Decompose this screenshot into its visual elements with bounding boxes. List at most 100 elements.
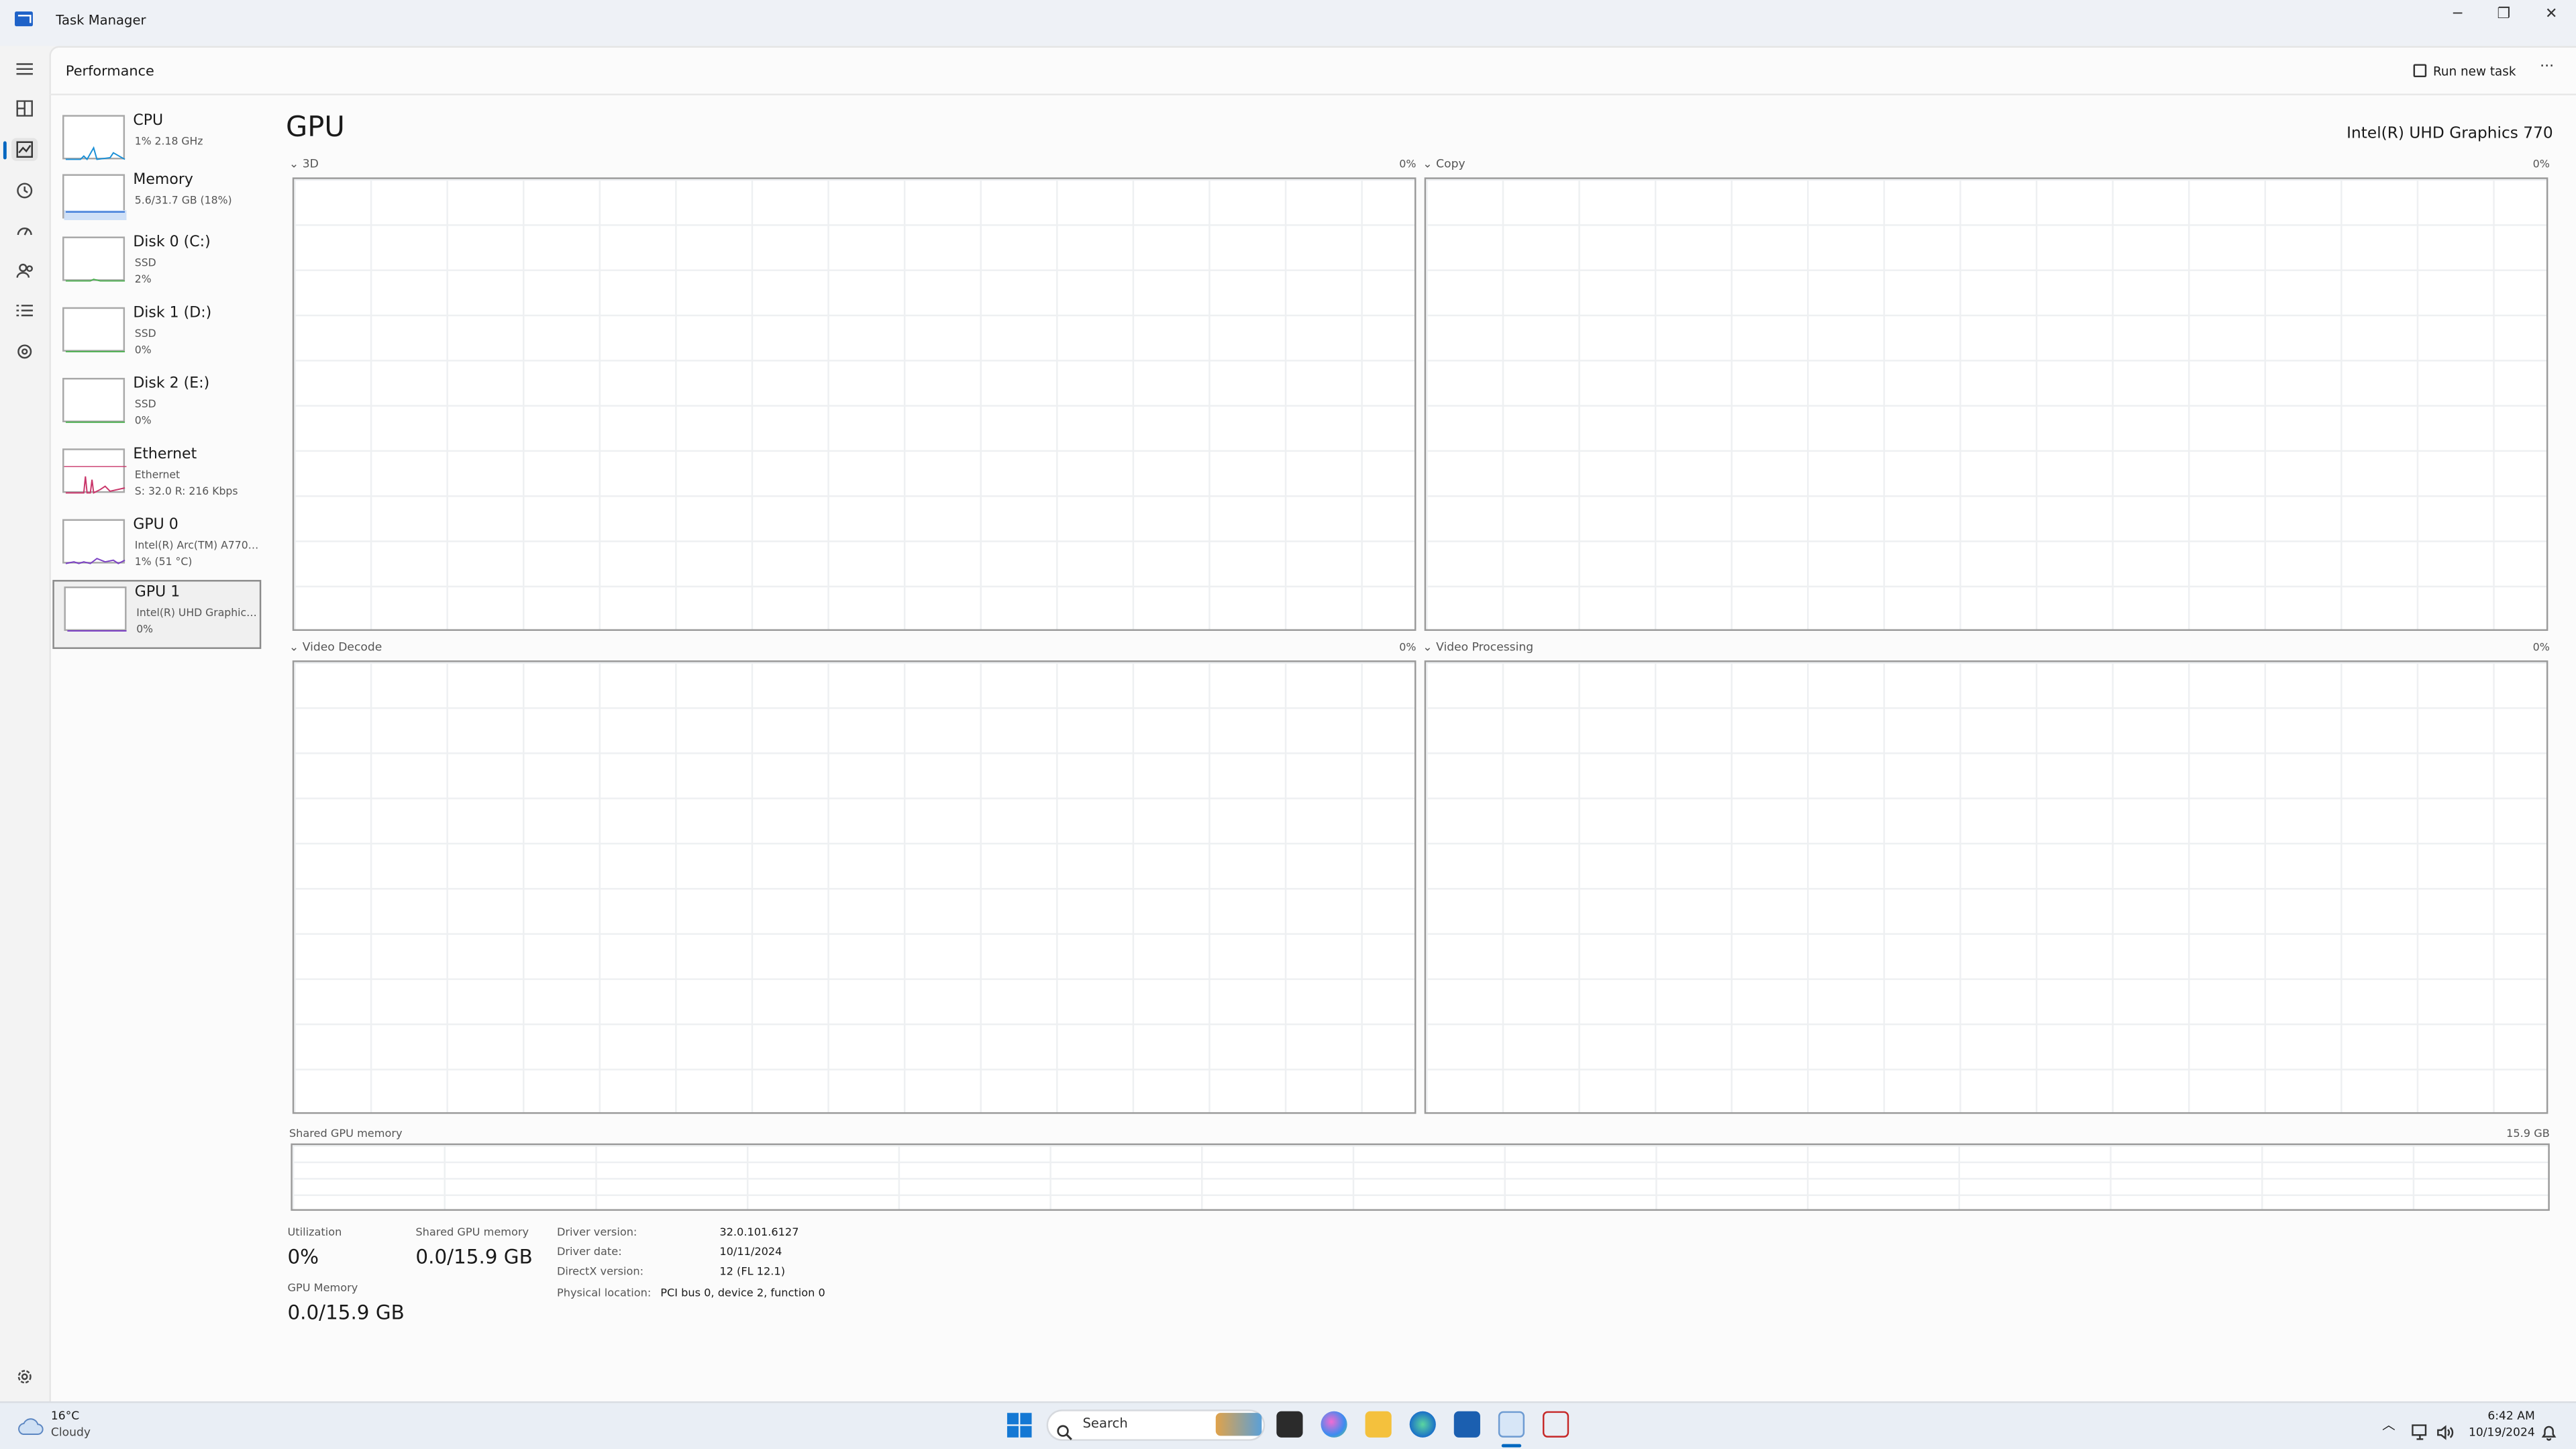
edge-browser-icon[interactable] <box>1409 1411 1436 1438</box>
task-manager-app-icon <box>15 11 33 27</box>
gpu-memory-value: 0.0/15.9 GB <box>287 1301 405 1324</box>
sparkline-path <box>65 558 125 564</box>
running-indicator <box>1501 1444 1522 1448</box>
startup-apps-icon[interactable] <box>13 219 36 242</box>
performance-icon[interactable] <box>11 138 38 161</box>
physical-location-label: Physical location: <box>556 1286 652 1300</box>
menu-icon[interactable] <box>13 58 36 81</box>
engine-label: Copy <box>1436 157 1465 171</box>
services-icon[interactable] <box>13 340 36 363</box>
graph-copy <box>1424 177 2548 631</box>
run-new-task-button[interactable]: Run new task <box>2413 61 2516 81</box>
task-manager-taskbar-icon[interactable] <box>1498 1411 1525 1438</box>
chevron-down-icon: ⌄ <box>1423 157 1433 171</box>
processes-icon[interactable] <box>13 97 36 119</box>
app-history-icon[interactable] <box>13 179 36 202</box>
run-task-icon <box>2413 64 2427 78</box>
users-icon[interactable] <box>13 260 36 283</box>
resource-name: GPU 1 <box>134 585 181 601</box>
resource-thumbnail-graph <box>62 378 125 423</box>
volume-icon[interactable] <box>2436 1416 2455 1440</box>
resource-item-gpu-0[interactable]: GPU 0 Intel(R) Arc(TM) A770 ... 1% (51 °C) <box>52 514 261 583</box>
driver-version-value: 32.0.101.6127 <box>719 1226 799 1239</box>
resource-thumbnail-graph <box>62 307 125 352</box>
engine-selector-copy[interactable]: ⌄ Copy <box>1423 158 1465 171</box>
sparkline <box>65 421 125 423</box>
search-placeholder: Search <box>1082 1416 1128 1432</box>
weather-temperature[interactable]: 16°C <box>51 1409 79 1423</box>
gpu-model: Intel(R) UHD Graphics 770 <box>2347 125 2553 143</box>
title-bar <box>0 0 2576 46</box>
gpu-title: GPU <box>286 111 345 145</box>
directx-version-label: DirectX version: <box>556 1264 644 1279</box>
directx-version-value: 12 (FL 12.1) <box>719 1264 786 1279</box>
sparkline <box>64 466 127 494</box>
sparkline <box>65 146 125 161</box>
resource-item-disk-2-e[interactable]: Disk 2 (E:) SSD 0% <box>52 373 261 442</box>
active-indicator <box>3 141 7 160</box>
run-new-task-label: Run new task <box>2432 63 2516 79</box>
show-hidden-icons-chevron-icon[interactable]: ︿ <box>2382 1416 2395 1434</box>
sparkline-path <box>65 279 125 282</box>
page-header <box>49 49 2576 95</box>
resource-detail: SSD <box>134 327 156 340</box>
resource-item-disk-0-c[interactable]: Disk 0 (C:) SSD 2% <box>52 232 261 301</box>
resource-detail: Intel(R) Arc(TM) A770 ... <box>134 538 260 552</box>
notification-bell-icon[interactable] <box>2541 1416 2557 1441</box>
shared-memory-graph <box>291 1143 2550 1211</box>
driver-date-value: 10/11/2024 <box>719 1245 782 1259</box>
engine-label: Video Processing <box>1436 640 1534 654</box>
settings-icon[interactable] <box>13 1365 36 1388</box>
window-title: Task Manager <box>56 13 146 28</box>
copilot-icon[interactable] <box>1321 1411 1347 1438</box>
search-highlight-icon[interactable] <box>1215 1413 1262 1436</box>
cloud-icon[interactable] <box>16 1411 44 1435</box>
close-button[interactable]: ✕ <box>2528 0 2575 30</box>
resource-usage: 0% <box>134 413 152 428</box>
resource-detail: Intel(R) UHD Graphics ... <box>136 606 262 619</box>
resource-name: CPU <box>133 113 164 130</box>
sparkline <box>65 350 125 352</box>
sparkline <box>65 558 125 564</box>
sparkline <box>64 210 127 221</box>
engine-percent: 0% <box>1399 640 1416 654</box>
resource-item-memory[interactable]: Memory 5.6/31.7 GB (18%) <box>52 169 261 238</box>
gpu-memory-label: GPU Memory <box>287 1281 358 1295</box>
engine-selector-video-decode[interactable]: ⌄ Video Decode <box>289 641 382 654</box>
microsoft-store-icon[interactable] <box>1453 1411 1480 1438</box>
clock-date[interactable]: 10/19/2024 <box>2465 1426 2535 1440</box>
weather-description[interactable]: Cloudy <box>51 1426 91 1440</box>
resource-name: Disk 2 (E:) <box>133 376 210 393</box>
sparkline <box>67 630 127 632</box>
snipping-tool-icon[interactable] <box>1542 1411 1569 1438</box>
resource-name: Disk 0 (C:) <box>133 235 211 252</box>
utilization-label: Utilization <box>287 1226 342 1239</box>
page-title: Performance <box>65 64 154 81</box>
terminal-icon[interactable] <box>1276 1411 1303 1438</box>
engine-label: Video Decode <box>302 640 382 654</box>
details-icon[interactable] <box>13 299 36 322</box>
resource-detail: Ethernet <box>134 468 181 482</box>
windows-start-icon[interactable] <box>1007 1413 1032 1438</box>
resource-item-disk-1-d[interactable]: Disk 1 (D:) SSD 0% <box>52 302 261 371</box>
resource-detail: 5.6/31.7 GB (18%) <box>134 193 232 207</box>
driver-date-label: Driver date: <box>556 1245 622 1259</box>
chevron-down-icon: ⌄ <box>1423 640 1433 654</box>
resource-usage: 0% <box>134 343 152 357</box>
minimize-button[interactable]: ─ <box>2434 0 2481 30</box>
more-options-button[interactable]: ··· <box>2540 59 2554 75</box>
engine-selector-video-processing[interactable]: ⌄ Video Processing <box>1423 641 1533 654</box>
resource-item-ethernet[interactable]: Ethernet Ethernet S: 32.0 R: 216 Kbps <box>52 444 261 513</box>
engine-percent: 0% <box>2532 157 2550 171</box>
network-icon[interactable] <box>2412 1416 2430 1440</box>
resource-thumbnail-graph <box>62 519 125 564</box>
file-explorer-icon[interactable] <box>1365 1411 1392 1438</box>
sparkline-path <box>65 146 125 161</box>
resource-name: Ethernet <box>133 446 197 464</box>
clock-time[interactable]: 6:42 AM <box>2469 1409 2534 1423</box>
resource-thumbnail-graph <box>62 236 125 282</box>
resource-item-gpu-1[interactable]: GPU 1 Intel(R) UHD Graphics ... 0% <box>52 580 261 649</box>
maximize-button[interactable]: ❐ <box>2481 0 2527 30</box>
engine-percent: 0% <box>1399 157 1416 171</box>
engine-selector-3d[interactable]: ⌄ 3D <box>289 158 319 171</box>
